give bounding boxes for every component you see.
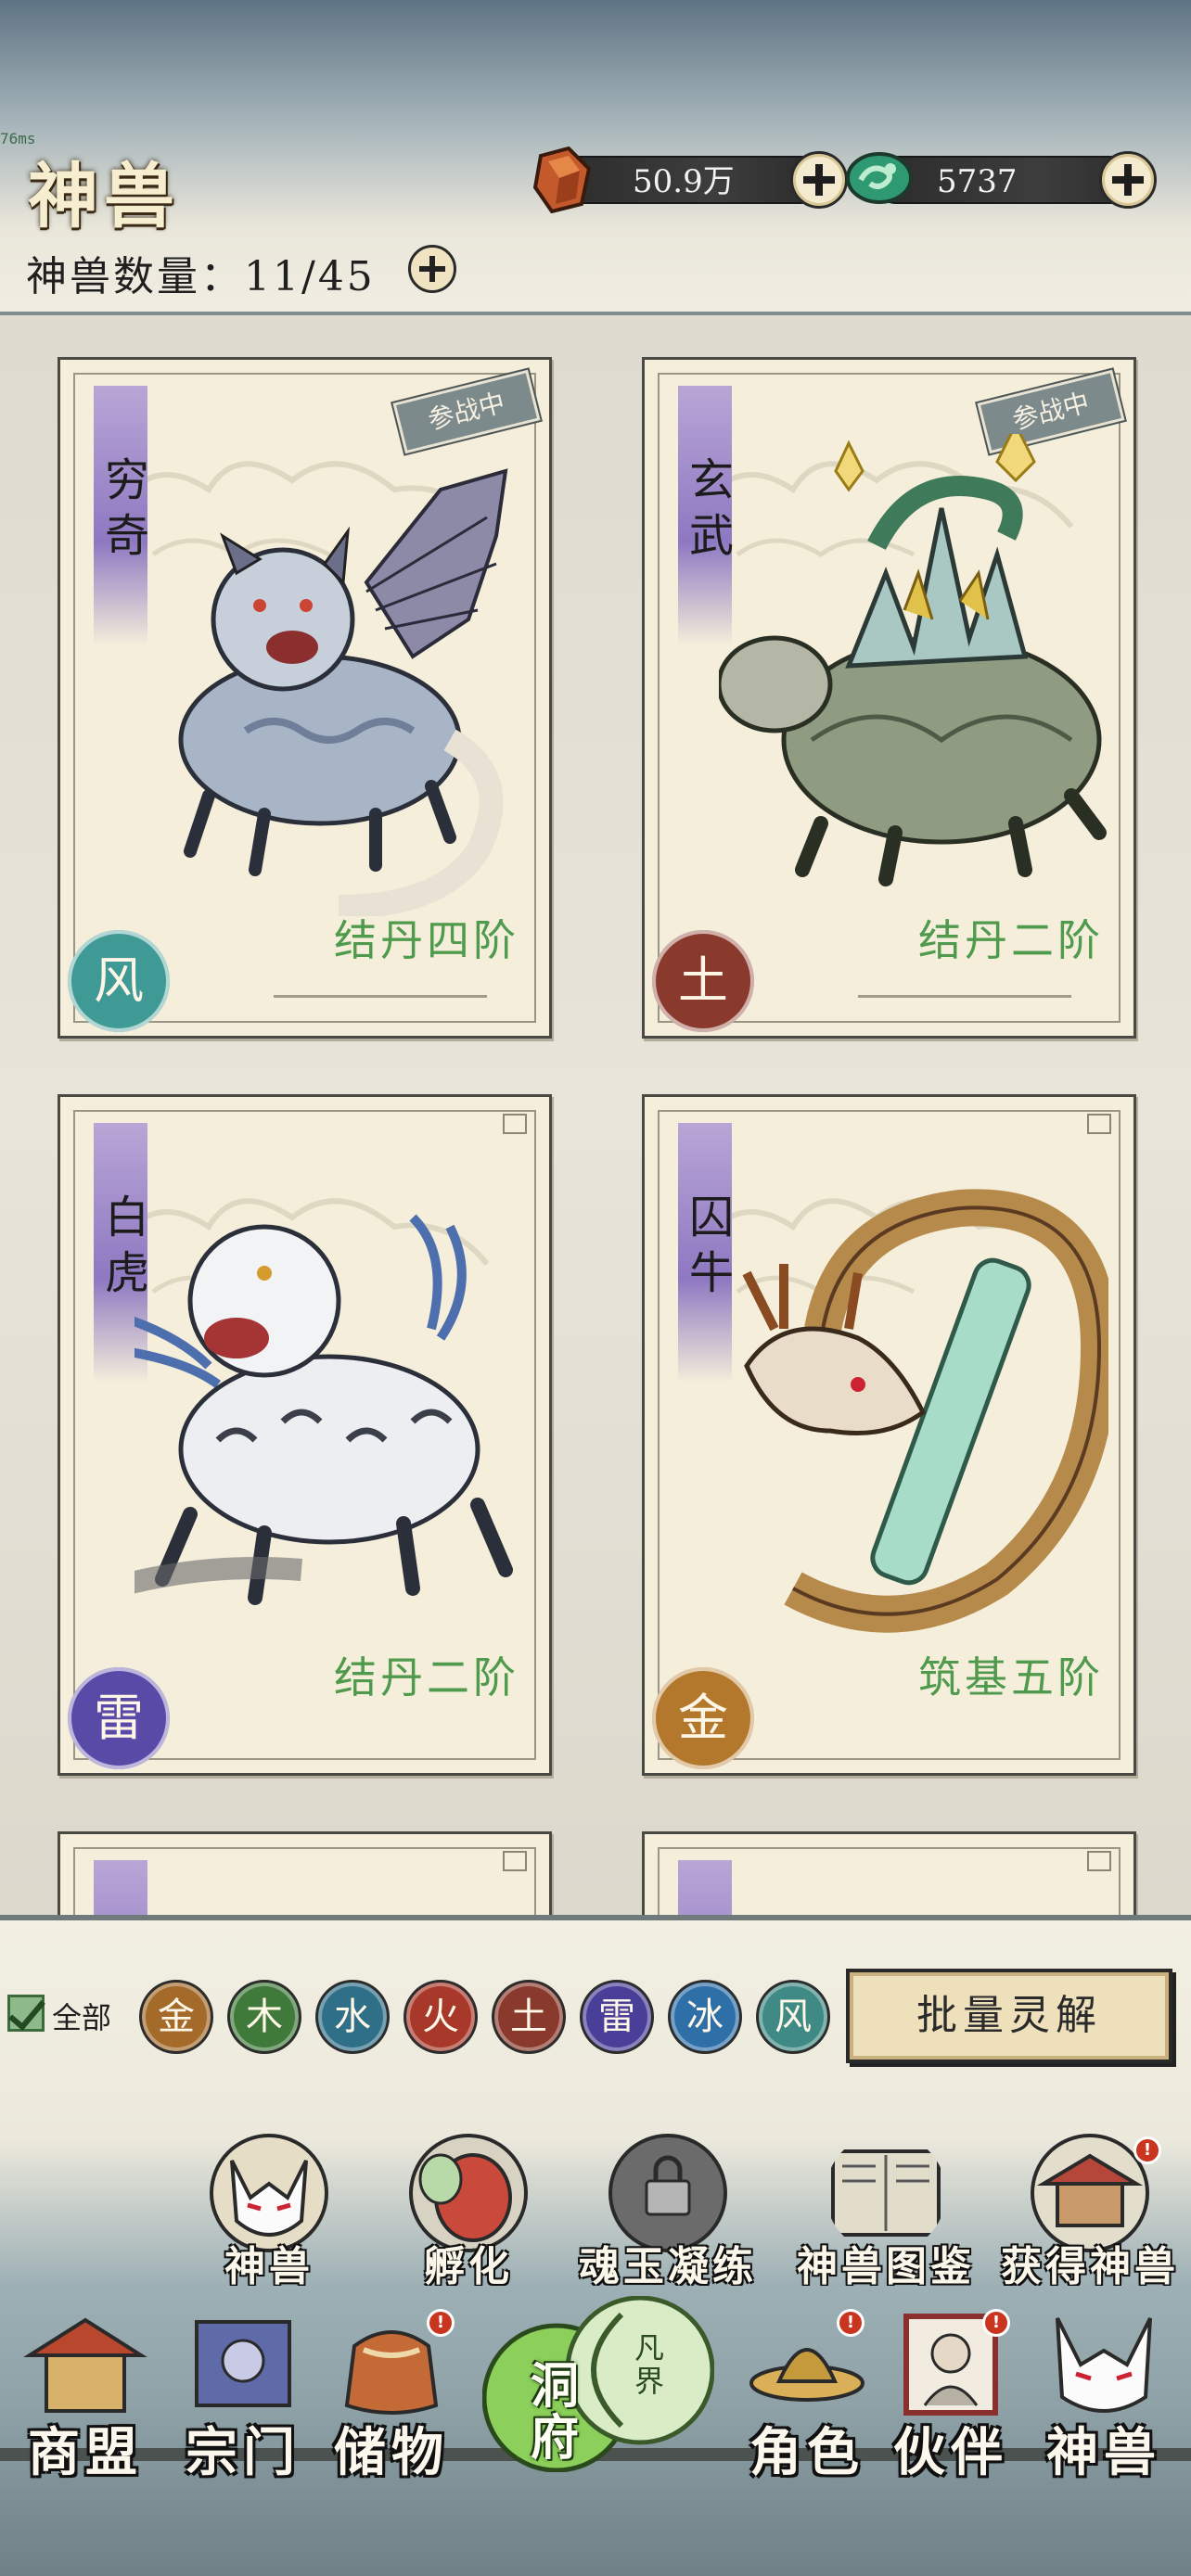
batch-release-button[interactable]: 批量灵解 [846, 1969, 1172, 2063]
earth-element-icon: 土 [652, 930, 754, 1032]
beast-grid[interactable]: 穷奇 参战中 结丹四阶 风 玄武 参战中 结丹二阶 土 白虎 结丹二阶 雷 囚牛… [0, 315, 1191, 1915]
filter-water-button[interactable]: 水 [315, 1980, 390, 2054]
floor-line-decoration [858, 995, 1071, 998]
spirit-stone-value: 50.9万 [633, 163, 735, 200]
filter-ice-button[interactable]: 冰 [668, 1980, 742, 2054]
filter-glyph: 金 [158, 1996, 195, 2038]
filter-glyph: 火 [422, 1996, 459, 2038]
nav-partner[interactable]: ! 伙伴 [886, 2309, 1016, 2483]
home-realm-toggle[interactable]: 洞府 凡界 [481, 2295, 715, 2473]
beast-card[interactable]: 囚牛 筑基五阶 金 [642, 1094, 1136, 1776]
wind-element-icon: 风 [68, 930, 170, 1032]
beast-card[interactable]: 玄武 参战中 结丹二阶 土 [642, 357, 1136, 1039]
filter-glyph: 雷 [598, 1996, 635, 2038]
white-tiger-illustration [134, 1214, 513, 1605]
name-ribbon [94, 1860, 147, 1915]
black-tortoise-illustration [719, 434, 1107, 886]
filter-glyph: 木 [246, 1996, 283, 2038]
page-title: 神兽 [28, 155, 180, 237]
fox-mask-icon [1056, 2317, 1152, 2413]
select-all-checkbox[interactable] [7, 1995, 45, 2032]
beast-rank: 结丹二阶 [918, 915, 1104, 965]
beast-rank: 筑基五阶 [918, 1652, 1104, 1702]
filter-earth-button[interactable]: 土 [492, 1980, 566, 2054]
subnav-beast-catalog[interactable]: 神兽图鉴 [797, 2133, 971, 2290]
element-glyph: 风 [94, 951, 144, 1010]
notification-badge: ! [837, 2309, 864, 2337]
nav-label: 宗门 [186, 2422, 301, 2483]
element-glyph: 土 [678, 951, 728, 1010]
notification-badge: ! [982, 2309, 1010, 2337]
winged-tiger-illustration [178, 468, 508, 916]
add-jade-button[interactable] [1099, 151, 1157, 209]
corner-decoration [503, 1851, 527, 1871]
filter-metal-button[interactable]: 金 [139, 1980, 213, 2054]
header: 76ms 神兽 50.9万 5737 神兽数量：11/45 [0, 0, 1191, 315]
jade-value: 5737 [937, 163, 1018, 200]
subnav-obtain-beast[interactable]: ! 获得神兽 [1001, 2133, 1175, 2290]
filter-fire-button[interactable]: 火 [403, 1980, 478, 2054]
subnav-label: 获得神兽 [1001, 2243, 1179, 2290]
beast-count-label: 神兽数量： [26, 253, 244, 300]
nav-label: 角色 [749, 2422, 864, 2483]
subnav-label: 魂玉凝练 [579, 2243, 757, 2290]
subnav-label: 神兽图鉴 [797, 2243, 975, 2290]
nav-label: 神兽 [1046, 2422, 1161, 2483]
banner-icon [195, 2320, 291, 2407]
panel-divider [0, 1915, 1191, 1920]
floor-line-decoration [274, 995, 487, 998]
filter-glyph: 风 [775, 1996, 812, 2038]
beast-card[interactable] [58, 1831, 552, 1915]
element-glyph: 金 [678, 1689, 728, 1747]
beast-count-value: 11/45 [244, 253, 376, 300]
filter-glyph: 土 [510, 1996, 547, 2038]
batch-release-label: 批量灵解 [916, 1992, 1102, 2039]
nav-storage[interactable]: ! 储物 [327, 2309, 456, 2483]
filter-glyph: 冰 [686, 1996, 724, 2038]
beast-card[interactable] [642, 1831, 1136, 1915]
red-stone-icon [532, 147, 592, 213]
add-spirit-stone-button[interactable] [790, 151, 848, 209]
filter-glyph: 水 [334, 1996, 371, 2038]
nav-merchant-league[interactable]: 商盟 [20, 2309, 150, 2483]
filter-wood-button[interactable]: 木 [227, 1980, 301, 2054]
corner-decoration [503, 1114, 527, 1134]
subnav-hatch[interactable]: 孵化 [399, 2133, 538, 2290]
corner-decoration [1087, 1851, 1111, 1871]
filter-wind-button[interactable]: 风 [756, 1980, 830, 2054]
name-ribbon [678, 1860, 732, 1915]
beast-rank: 结丹二阶 [334, 1652, 519, 1702]
thunder-element-icon: 雷 [68, 1667, 170, 1769]
dragon-qin-illustration [742, 1189, 1108, 1633]
nav-sect[interactable]: 宗门 [178, 2309, 308, 2483]
beast-count: 神兽数量：11/45 [26, 243, 376, 302]
pavilion-icon [23, 2317, 147, 2413]
green-jade-icon [846, 152, 913, 204]
metal-element-icon: 金 [652, 1667, 754, 1769]
beast-card[interactable]: 穷奇 参战中 结丹四阶 风 [58, 357, 552, 1039]
nav-character[interactable]: ! 角色 [742, 2309, 872, 2483]
expand-capacity-button[interactable] [408, 245, 456, 293]
nav-label: 伙伴 [893, 2422, 1008, 2483]
cave-label: 洞府 [530, 2358, 579, 2467]
subnav-soul-jade[interactable]: 魂玉凝练 [579, 2133, 753, 2290]
subnav-label: 孵化 [424, 2243, 513, 2290]
element-glyph: 雷 [94, 1689, 144, 1747]
subnav-label: 神兽 [224, 2243, 314, 2290]
select-all-label: 全部 [52, 2000, 112, 2035]
filter-panel: 全部 金 木 水 火 土 雷 冰 风 批量灵解 [0, 1915, 1191, 2286]
filter-thunder-button[interactable]: 雷 [580, 1980, 654, 2054]
beast-rank: 结丹四阶 [334, 915, 519, 965]
beast-card[interactable]: 白虎 结丹二阶 雷 [58, 1094, 552, 1776]
notification-badge: ! [427, 2309, 455, 2337]
notification-badge: ! [1133, 2136, 1161, 2164]
nav-beasts[interactable]: 神兽 [1039, 2309, 1169, 2483]
nav-label: 商盟 [28, 2422, 143, 2483]
mortal-realm-label: 凡界 [634, 2330, 664, 2399]
corner-decoration [1087, 1114, 1111, 1134]
subnav-beasts[interactable]: 神兽 [199, 2133, 339, 2290]
nav-label: 储物 [334, 2422, 449, 2483]
